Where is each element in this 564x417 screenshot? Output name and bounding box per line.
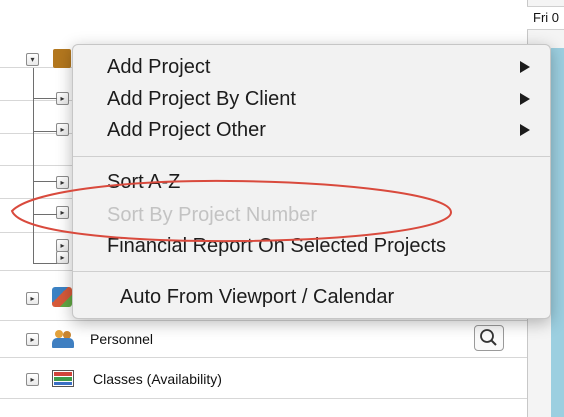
menu-separator bbox=[73, 156, 550, 157]
expand-icon[interactable]: ▸ bbox=[26, 333, 39, 346]
submenu-arrow-icon bbox=[520, 93, 530, 105]
expand-icon[interactable]: ▸ bbox=[26, 373, 39, 386]
context-menu: Add Project Add Project By Client Add Pr… bbox=[72, 44, 551, 319]
menu-separator bbox=[73, 271, 550, 272]
collapse-icon[interactable]: ▾ bbox=[26, 53, 39, 66]
tree-row-classes[interactable]: ▸ Classes (Availability) bbox=[0, 358, 527, 399]
search-icon bbox=[480, 329, 497, 346]
menu-item-financial-report[interactable]: Financial Report On Selected Projects bbox=[107, 234, 446, 258]
menu-item-auto-from-viewport[interactable]: Auto From Viewport / Calendar bbox=[120, 285, 394, 309]
clients-icon bbox=[52, 287, 72, 307]
menu-item-sort-by-project-number: Sort By Project Number bbox=[107, 204, 318, 226]
menu-item-add-project-by-client[interactable]: Add Project By Client bbox=[107, 87, 296, 111]
tree-row-label: Personnel bbox=[90, 331, 154, 347]
menu-item-add-project-other[interactable]: Add Project Other bbox=[107, 118, 266, 142]
people-icon bbox=[52, 330, 74, 348]
tree-row-label: Classes (Availability) bbox=[93, 371, 222, 387]
calendar-date-header: Fri 0 bbox=[527, 6, 564, 30]
tree-row-personnel[interactable]: ▸ Personnel bbox=[0, 321, 527, 358]
search-button[interactable] bbox=[474, 325, 504, 351]
classes-icon bbox=[52, 370, 74, 387]
expand-icon[interactable]: ▸ bbox=[26, 292, 39, 305]
submenu-arrow-icon bbox=[520, 124, 530, 136]
projects-folder-icon bbox=[53, 49, 71, 68]
menu-item-add-project[interactable]: Add Project bbox=[107, 55, 210, 79]
menu-item-sort-a-z[interactable]: Sort A-Z bbox=[107, 170, 180, 194]
calendar-bar bbox=[551, 48, 564, 417]
submenu-arrow-icon bbox=[520, 61, 530, 73]
